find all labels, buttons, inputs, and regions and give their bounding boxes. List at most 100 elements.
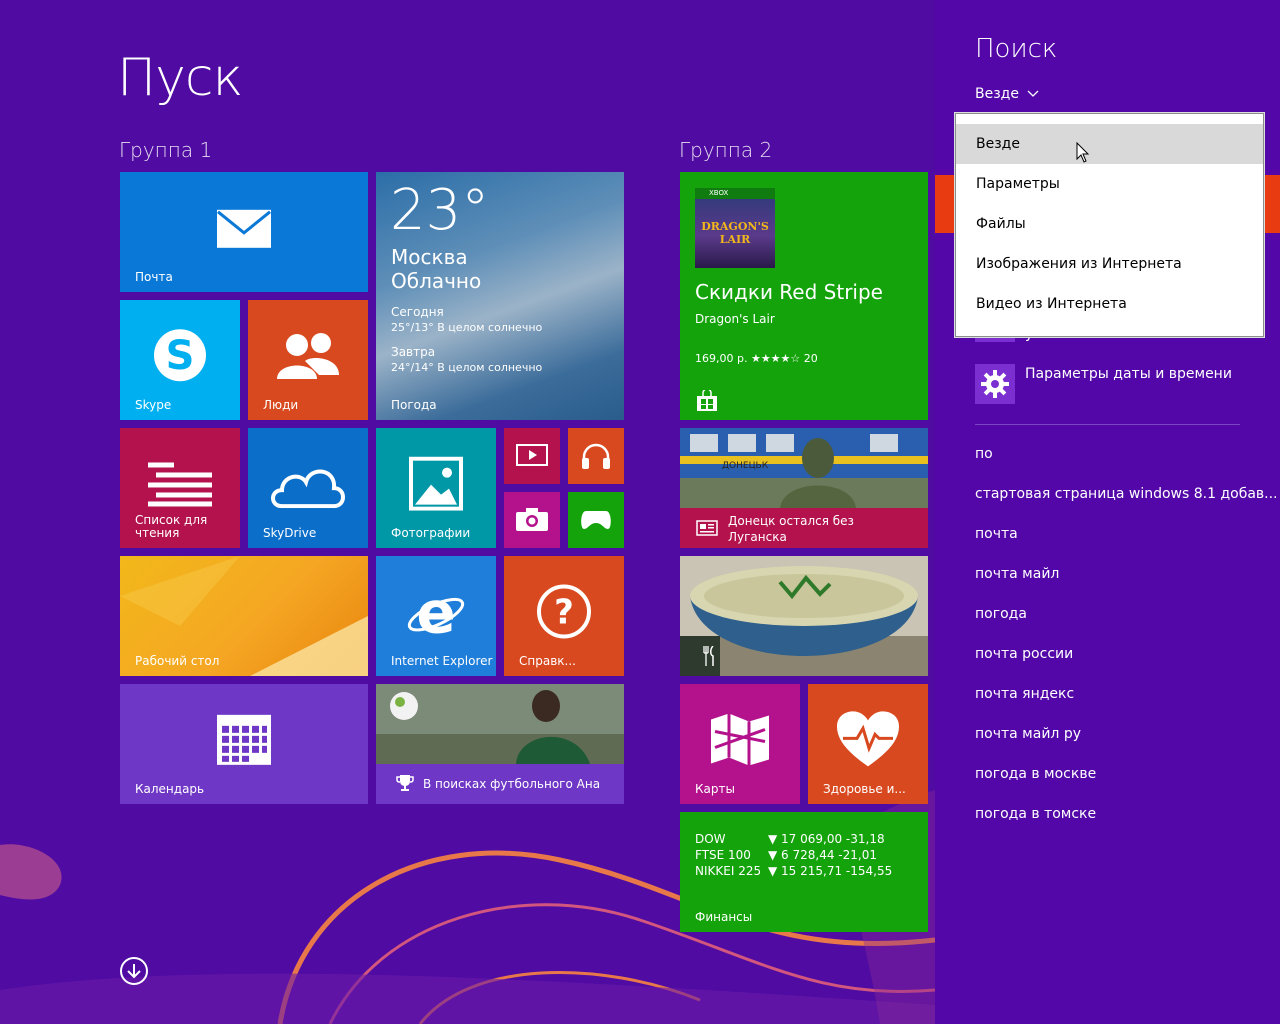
tile-label: Люди bbox=[263, 398, 299, 412]
sport-photo bbox=[376, 684, 624, 764]
tile-reading-list[interactable]: Список для чтения bbox=[120, 428, 240, 548]
tile-photos[interactable]: Фотографии bbox=[376, 428, 496, 548]
dropdown-item-settings[interactable]: Параметры bbox=[956, 164, 1263, 204]
search-suggestion[interactable]: почта bbox=[975, 526, 1018, 542]
store-game-name: Dragon's Lair bbox=[695, 312, 775, 326]
store-title: Скидки Red Stripe bbox=[695, 280, 883, 304]
dropdown-item-web-videos[interactable]: Видео из Интернета bbox=[956, 284, 1263, 324]
tile-sport[interactable]: В поисках футбольного Ана bbox=[376, 684, 624, 804]
store-game-art: XBOX DRAGON'S LAIR bbox=[695, 188, 775, 268]
tile-label: Skype bbox=[135, 398, 172, 412]
tile-label: Internet Explorer bbox=[391, 654, 493, 668]
tile-camera[interactable] bbox=[504, 492, 560, 548]
food-photo bbox=[680, 556, 928, 676]
tile-label: Список для чтения bbox=[135, 513, 208, 540]
trophy-icon bbox=[396, 775, 414, 791]
tile-music[interactable] bbox=[568, 428, 624, 484]
maps-icon bbox=[711, 713, 769, 766]
news-photo: ДОНЕЦЬК bbox=[680, 428, 928, 508]
chevron-down-icon bbox=[1027, 90, 1039, 97]
tile-mail[interactable]: Почта bbox=[120, 172, 368, 292]
heart-icon bbox=[837, 711, 899, 767]
tile-news[interactable]: ДОНЕЦЬК Донецк остался без Луганска bbox=[680, 428, 928, 548]
mouse-cursor-icon bbox=[1076, 142, 1090, 163]
tile-label: Здоровье и... bbox=[823, 782, 906, 796]
tile-finance[interactable]: DOW ▼ 17 069,00 -31,18 FTSE 100 ▼ 6 728,44… bbox=[680, 812, 928, 932]
group-1-title[interactable]: Группа 1 bbox=[119, 138, 212, 162]
group-2-title[interactable]: Группа 2 bbox=[679, 138, 772, 162]
search-scope-dropdown: Везде Параметры Файлы Изображения из Инт… bbox=[955, 113, 1264, 337]
gear-icon bbox=[975, 364, 1015, 404]
dropdown-item-files[interactable]: Файлы bbox=[956, 204, 1263, 244]
tile-maps[interactable]: Карты bbox=[680, 684, 800, 804]
weather-today-forecast: 25°/13° В целом солнечно bbox=[391, 321, 543, 334]
tile-internet-explorer[interactable]: e Internet Explorer bbox=[376, 556, 496, 676]
tile-help[interactable]: ? Справк... bbox=[504, 556, 624, 676]
search-box-left[interactable] bbox=[935, 175, 955, 233]
help-icon: ? bbox=[537, 584, 591, 639]
search-suggestion[interactable]: почта россии bbox=[975, 646, 1073, 662]
finance-row: FTSE 100 ▼ 6 728,44 -21,01 bbox=[695, 848, 877, 862]
weather-city: Москва bbox=[391, 245, 468, 269]
search-scope-selector[interactable]: Везде bbox=[975, 86, 1039, 102]
news-icon bbox=[696, 520, 718, 536]
search-go-button[interactable] bbox=[1262, 175, 1280, 233]
cloud-icon bbox=[271, 469, 345, 509]
tile-label: Почта bbox=[135, 270, 173, 284]
svg-text:S: S bbox=[166, 333, 195, 379]
store-icon bbox=[697, 390, 717, 411]
tile-games[interactable] bbox=[568, 492, 624, 548]
finance-row: DOW ▼ 17 069,00 -31,18 bbox=[695, 832, 885, 846]
tile-people[interactable]: Люди bbox=[248, 300, 368, 420]
finance-value: ▼ 17 069,00 -31,18 bbox=[768, 832, 885, 846]
search-suggestion[interactable]: погода bbox=[975, 606, 1027, 622]
search-suggestion[interactable]: погода в томске bbox=[975, 806, 1096, 822]
headphones-icon bbox=[582, 443, 610, 469]
people-icon bbox=[277, 333, 339, 379]
reading-list-icon bbox=[148, 462, 212, 507]
search-result-datetime[interactable]: Параметры даты и времени bbox=[975, 364, 1232, 404]
finance-index: NIKKEI 225 bbox=[695, 864, 762, 878]
photos-icon bbox=[409, 456, 463, 511]
search-scope-label: Везде bbox=[975, 86, 1019, 102]
tile-label: Донецк остался без Луганска bbox=[728, 514, 854, 544]
results-divider bbox=[975, 424, 1240, 425]
tile-food[interactable] bbox=[680, 556, 928, 676]
video-icon bbox=[516, 444, 548, 466]
start-title: Пуск bbox=[117, 48, 243, 108]
finance-value: ▼ 15 215,71 -154,55 bbox=[768, 864, 893, 878]
weather-tomorrow-forecast: 24°/14° В целом солнечно bbox=[391, 361, 543, 374]
dropdown-item-web-images[interactable]: Изображения из Интернета bbox=[956, 244, 1263, 284]
tile-store[interactable]: XBOX DRAGON'S LAIR Скидки Red Stripe Dra… bbox=[680, 172, 928, 420]
search-suggestion[interactable]: погода в москве bbox=[975, 766, 1096, 782]
tile-label: В поисках футбольного Ана bbox=[423, 777, 601, 791]
weather-today: Сегодня bbox=[391, 305, 444, 319]
game-logo-text: DRAGON'S LAIR bbox=[701, 220, 769, 246]
tile-calendar[interactable]: Календарь bbox=[120, 684, 368, 804]
tile-skydrive[interactable]: SkyDrive bbox=[248, 428, 368, 548]
all-apps-button[interactable] bbox=[120, 957, 148, 985]
xbox-label: XBOX bbox=[695, 188, 775, 199]
search-suggestion[interactable]: по bbox=[975, 446, 993, 462]
finance-value: ▼ 6 728,44 -21,01 bbox=[768, 848, 877, 862]
weather-condition: Облачно bbox=[391, 269, 482, 293]
tile-label: Фотографии bbox=[391, 526, 471, 540]
result-label: Параметры даты и времени bbox=[1025, 366, 1232, 382]
skype-icon: S bbox=[154, 329, 206, 382]
dropdown-item-everywhere[interactable]: Везде bbox=[956, 124, 1263, 164]
store-price: 169,00 р. ★★★★☆ 20 bbox=[695, 352, 818, 365]
tile-skype[interactable]: S Skype bbox=[120, 300, 240, 420]
search-suggestion[interactable]: почта майл ру bbox=[975, 726, 1081, 742]
tile-health[interactable]: Здоровье и... bbox=[808, 684, 928, 804]
search-suggestion[interactable]: почта яндекс bbox=[975, 686, 1074, 702]
tile-label: Финансы bbox=[695, 910, 753, 924]
svg-text:?: ? bbox=[554, 593, 574, 633]
fork-knife-icon bbox=[703, 646, 714, 666]
tile-video[interactable] bbox=[504, 428, 560, 484]
tile-label: Рабочий стол bbox=[135, 654, 220, 668]
tile-desktop[interactable]: Рабочий стол bbox=[120, 556, 368, 676]
search-suggestion[interactable]: почта майл bbox=[975, 566, 1059, 582]
weather-tomorrow: Завтра bbox=[391, 345, 436, 359]
tile-weather[interactable]: 23° Москва Облачно Сегодня 25°/13° В цел… bbox=[376, 172, 624, 420]
search-suggestion[interactable]: стартовая страница windows 8.1 добав... bbox=[975, 486, 1278, 502]
